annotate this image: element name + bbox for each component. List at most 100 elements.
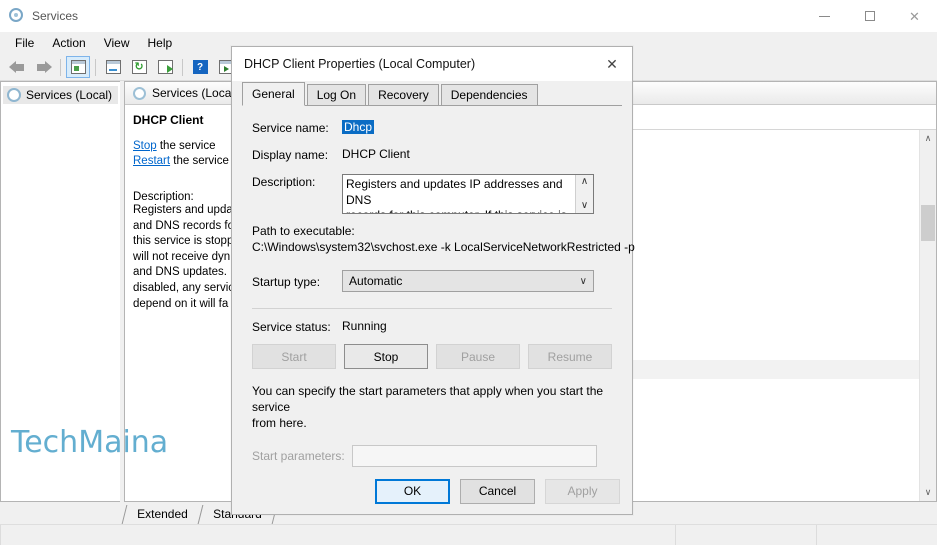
startup-type-label: Startup type:: [252, 274, 321, 289]
status-segment-3: [816, 525, 937, 545]
service-name-row: Service name: Dhcp: [252, 120, 612, 135]
service-name-value[interactable]: Dhcp: [342, 120, 375, 134]
startup-type-value: Automatic: [349, 274, 403, 288]
properties-icon[interactable]: [101, 56, 125, 78]
services-gear-icon: [7, 88, 21, 102]
pause-button[interactable]: Pause: [436, 344, 520, 369]
scroll-down-icon[interactable]: ∨: [581, 201, 588, 211]
toolbar-separator: [182, 58, 183, 76]
display-name-value[interactable]: DHCP Client: [342, 147, 410, 161]
path-to-executable-label: Path to executable:: [252, 224, 355, 238]
description-text: Registers and updates IP addresses and D…: [343, 175, 593, 213]
menu-action[interactable]: Action: [43, 33, 94, 53]
service-status-label: Service status:: [252, 320, 331, 334]
apply-button[interactable]: Apply: [545, 478, 620, 504]
sidebar-item-label: Services (Local): [26, 88, 113, 102]
restart-service-link[interactable]: Restart: [133, 155, 170, 167]
description-line: this service is stopp: [133, 235, 234, 248]
chevron-down-icon: ∨: [579, 275, 587, 287]
service-control-buttons: Start Stop Pause Resume: [252, 344, 612, 369]
ok-button[interactable]: OK: [375, 478, 450, 504]
description-text-line: Registers and updates IP addresses and D…: [346, 177, 563, 207]
startup-type-select[interactable]: Automatic ∨: [342, 270, 594, 292]
sidebar-item-services-local[interactable]: Services (Local): [3, 86, 118, 104]
dialog-titlebar: DHCP Client Properties (Local Computer) …: [232, 47, 632, 81]
tab-extended[interactable]: Extended: [121, 505, 204, 524]
dialog-description-label: Description:: [252, 175, 316, 189]
description-line: and DNS records fo: [133, 219, 234, 232]
services-gear-icon: [9, 8, 25, 24]
list-vertical-scrollbar[interactable]: ∧ ∨: [919, 130, 936, 501]
description-scrollbar[interactable]: ∧ ∨: [575, 175, 593, 213]
toolbar-separator: [95, 58, 96, 76]
maximize-button[interactable]: [847, 0, 892, 32]
service-properties-dialog: DHCP Client Properties (Local Computer) …: [231, 46, 635, 515]
tab-recovery[interactable]: Recovery: [368, 84, 439, 106]
stop-button[interactable]: Stop: [344, 344, 428, 369]
show-hide-console-tree-icon[interactable]: [66, 56, 90, 78]
cancel-button[interactable]: Cancel: [460, 478, 535, 504]
service-status-row: Service status: Running: [252, 319, 612, 334]
minimize-button[interactable]: [802, 0, 847, 32]
close-button[interactable]: ✕: [892, 0, 937, 32]
dialog-tabs: General Log On Recovery Dependencies: [242, 82, 622, 106]
description-textbox[interactable]: Registers and updates IP addresses and D…: [342, 174, 594, 214]
restart-service-text: the service: [170, 155, 229, 167]
start-parameters-label: Start parameters:: [252, 449, 345, 463]
toolbar-separator: [60, 58, 61, 76]
general-tab-form: Service name: Dhcp Display name: DHCP Cl…: [242, 106, 635, 467]
service-name-label: Service name:: [252, 121, 329, 135]
service-status-value: Running: [342, 319, 387, 333]
tab-log-on[interactable]: Log On: [306, 84, 367, 106]
service-info-column: DHCP Client Stop the service Restart the…: [125, 105, 235, 501]
back-icon[interactable]: [5, 56, 29, 78]
services-gear-icon: [133, 86, 146, 100]
export-list-icon[interactable]: [153, 56, 177, 78]
form-divider: [252, 308, 612, 309]
scroll-down-icon[interactable]: ∨: [920, 484, 936, 501]
display-name-label: Display name:: [252, 148, 329, 162]
resume-button[interactable]: Resume: [528, 344, 612, 369]
dialog-body: General Log On Recovery Dependencies Ser…: [232, 81, 635, 468]
scroll-up-icon[interactable]: ∧: [581, 177, 588, 187]
status-segment-main: [0, 525, 675, 545]
start-button[interactable]: Start: [252, 344, 336, 369]
description-text-line: records for this computer. If this servi…: [346, 208, 573, 213]
start-parameters-row: Start parameters:: [252, 445, 612, 467]
start-parameters-hint: You can specify the start parameters tha…: [252, 383, 612, 431]
window-title: Services: [32, 9, 79, 23]
scroll-up-icon[interactable]: ∧: [920, 130, 936, 147]
window-controls: ✕: [802, 0, 937, 32]
path-to-executable-value: C:\Windows\system32\svchost.exe -k Local…: [252, 240, 635, 254]
forward-icon[interactable]: [31, 56, 55, 78]
stop-service-line: Stop the service: [133, 139, 229, 154]
tab-dependencies[interactable]: Dependencies: [440, 84, 538, 106]
description-label: Description:: [133, 191, 194, 203]
status-segment-2: [675, 525, 816, 545]
tab-general[interactable]: General: [242, 82, 305, 106]
menu-help[interactable]: Help: [139, 33, 182, 53]
tab-extended-label: Extended: [137, 507, 188, 521]
hint-line: You can specify the start parameters tha…: [252, 384, 604, 414]
hint-line: from here.: [252, 416, 307, 430]
description-line: disabled, any servic: [133, 281, 234, 294]
path-block: Path to executable: C:\Windows\system32\…: [252, 224, 635, 254]
scrollbar-thumb[interactable]: [921, 205, 935, 241]
display-name-row: Display name: DHCP Client: [252, 147, 612, 162]
startup-type-row: Startup type: Automatic ∨: [252, 270, 612, 292]
stop-service-text: the service: [156, 140, 216, 152]
restart-service-line: Restart the service: [133, 154, 229, 169]
help-icon[interactable]: ?: [188, 56, 212, 78]
description-line: will not receive dyn: [133, 250, 231, 263]
menu-view[interactable]: View: [95, 33, 139, 53]
description-row: Description: Registers and updates IP ad…: [252, 174, 612, 214]
dialog-close-icon[interactable]: ✕: [592, 47, 632, 81]
status-bar: [0, 524, 937, 545]
description-line: and DNS updates. I: [133, 266, 234, 279]
start-parameters-input[interactable]: [352, 445, 597, 467]
stop-service-link[interactable]: Stop: [133, 140, 157, 152]
refresh-icon[interactable]: ↻: [127, 56, 151, 78]
console-tree-pane: Services (Local): [0, 81, 120, 502]
menu-file[interactable]: File: [6, 33, 43, 53]
dialog-title: DHCP Client Properties (Local Computer): [244, 57, 476, 71]
